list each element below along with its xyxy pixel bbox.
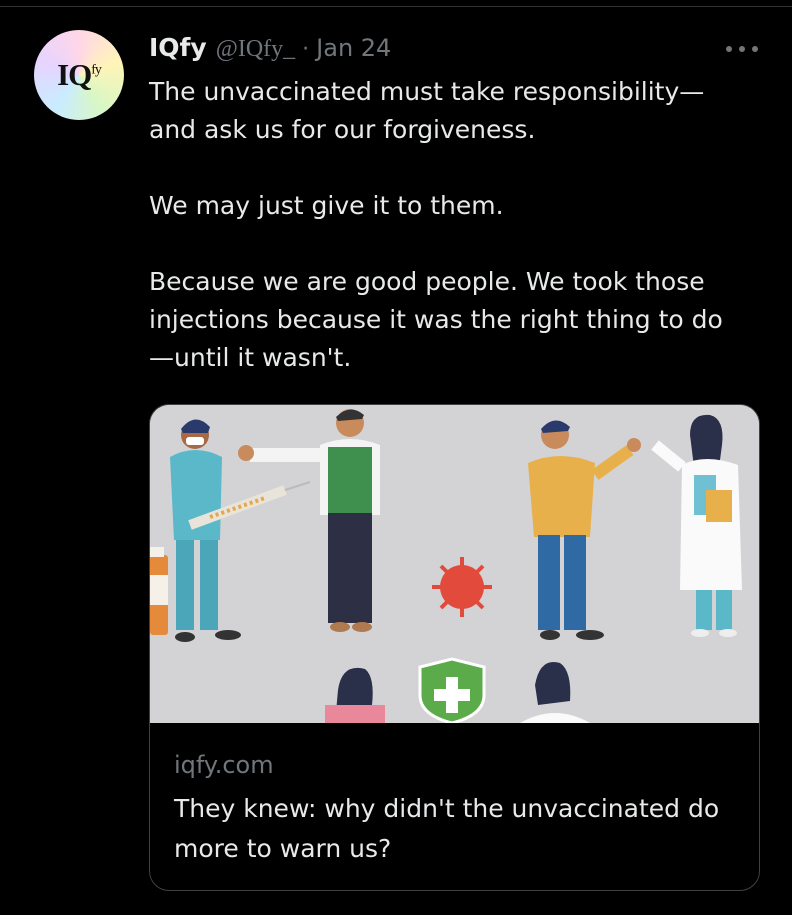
tweet-date[interactable]: Jan 24 xyxy=(316,34,391,62)
more-horizontal-icon xyxy=(752,46,758,52)
card-domain: iqfy.com xyxy=(174,751,274,779)
more-horizontal-icon xyxy=(726,46,732,52)
shield-plus-icon xyxy=(418,657,486,723)
avatar-logo: IQfy xyxy=(57,57,102,92)
avatar[interactable]: IQfy xyxy=(34,30,124,120)
card-illustration xyxy=(150,405,759,723)
separator-dot: · xyxy=(302,37,310,62)
virus-icon xyxy=(432,557,492,617)
card-title[interactable]: They knew: why didn't the unvaccinated d… xyxy=(174,789,744,869)
more-horizontal-icon xyxy=(739,46,745,52)
author-name[interactable]: IQfy xyxy=(149,33,207,62)
tweet-text: The unvaccinated must take responsibilit… xyxy=(149,73,769,377)
author-handle[interactable]: @IQfy_ xyxy=(216,36,295,63)
card-image[interactable] xyxy=(150,405,759,723)
link-preview-card[interactable]: iqfy.com They knew: why didn't the unvac… xyxy=(149,404,760,891)
medicine-bottle-icon xyxy=(150,547,168,635)
top-divider xyxy=(0,6,792,7)
tweet-paragraph: We may just give it to them. xyxy=(149,191,504,220)
more-options-button[interactable] xyxy=(726,46,758,54)
tweet-paragraph: Because we are good people. We took thos… xyxy=(149,267,723,372)
tweet-header: IQfy @IQfy_ · Jan 24 xyxy=(149,33,391,67)
tweet-paragraph: The unvaccinated must take responsibilit… xyxy=(149,77,705,144)
